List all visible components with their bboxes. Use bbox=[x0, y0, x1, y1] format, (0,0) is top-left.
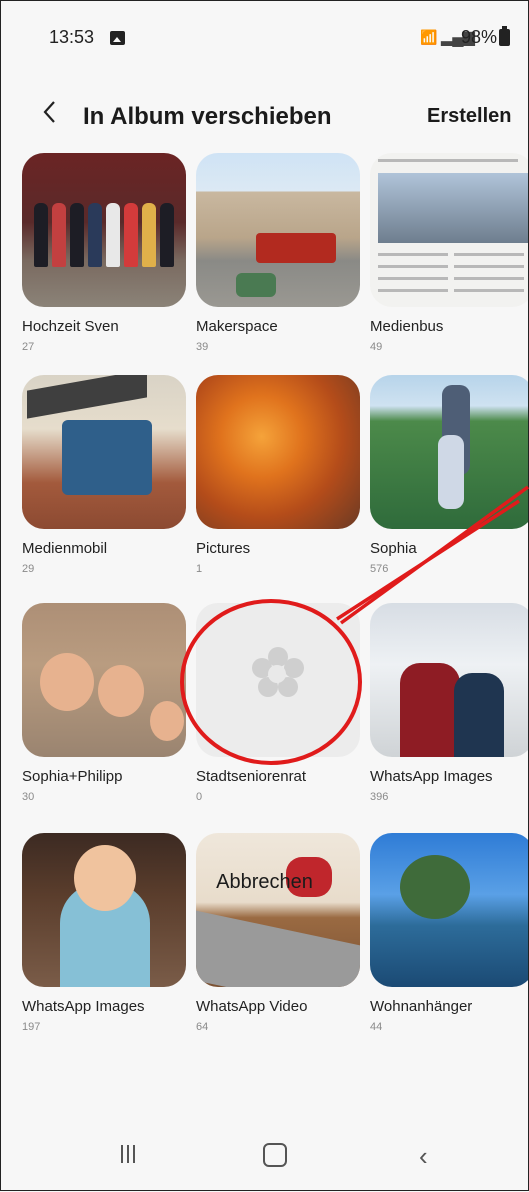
home-icon[interactable] bbox=[263, 1143, 287, 1167]
cancel-button[interactable]: Abbrechen bbox=[1, 871, 528, 894]
app-header: In Album verschieben Erstellen bbox=[1, 89, 528, 145]
album-name: Pictures bbox=[196, 540, 251, 557]
empty-album-placeholder-icon bbox=[250, 647, 306, 703]
album-count: 49 bbox=[370, 341, 383, 353]
gallery-notification-icon bbox=[110, 31, 125, 45]
album-count: 30 bbox=[22, 791, 35, 803]
album-count: 29 bbox=[22, 563, 35, 575]
album-name: Sophia bbox=[370, 540, 417, 557]
album-thumbnail bbox=[370, 375, 528, 529]
album-thumbnail bbox=[370, 833, 528, 987]
album-whatsapp-images-1[interactable]: WhatsApp Images 396 bbox=[370, 603, 528, 803]
album-thumbnail bbox=[196, 603, 360, 757]
album-medienmobil[interactable]: Medienmobil 29 bbox=[22, 375, 186, 575]
album-count: 44 bbox=[370, 1021, 383, 1033]
album-thumbnail bbox=[370, 153, 528, 307]
album-count: 0 bbox=[196, 791, 203, 803]
album-whatsapp-video[interactable]: WhatsApp Video 64 bbox=[196, 833, 360, 1033]
album-thumbnail bbox=[22, 153, 186, 307]
album-count: 576 bbox=[370, 563, 389, 575]
album-thumbnail bbox=[196, 153, 360, 307]
album-thumbnail bbox=[196, 375, 360, 529]
status-bar: 13:53 📶 ▂▄▆ 98% bbox=[1, 1, 528, 73]
clock: 13:53 bbox=[49, 27, 95, 47]
phone-screen: 13:53 📶 ▂▄▆ 98% In Album verschieben Ers… bbox=[0, 0, 529, 1191]
album-count: 27 bbox=[22, 341, 35, 353]
battery-level: 98% bbox=[461, 27, 498, 47]
system-navigation-bar: ‹ bbox=[1, 1133, 528, 1183]
album-count: 39 bbox=[196, 341, 209, 353]
album-name: Wohnanhänger bbox=[370, 998, 473, 1015]
album-name: Medienmobil bbox=[22, 540, 108, 557]
album-name: WhatsApp Video bbox=[196, 998, 308, 1015]
album-grid: Hochzeit Sven 27 Makerspace 39 Medienbus… bbox=[1, 153, 528, 1033]
album-thumbnail bbox=[22, 833, 186, 987]
album-sophia[interactable]: Sophia 576 bbox=[370, 375, 528, 575]
album-makerspace[interactable]: Makerspace 39 bbox=[196, 153, 360, 353]
album-name: Sophia+Philipp bbox=[22, 768, 123, 785]
album-thumbnail bbox=[370, 603, 528, 757]
back-button[interactable] bbox=[39, 99, 69, 129]
album-name: WhatsApp Images bbox=[370, 768, 493, 785]
album-medienbus[interactable]: Medienbus 49 bbox=[370, 153, 528, 353]
album-count: 197 bbox=[22, 1021, 41, 1033]
album-pictures[interactable]: Pictures 1 bbox=[196, 375, 360, 575]
album-thumbnail bbox=[22, 603, 186, 757]
album-count: 1 bbox=[196, 563, 203, 575]
album-whatsapp-images-2[interactable]: WhatsApp Images 197 bbox=[22, 833, 186, 1033]
album-count: 64 bbox=[196, 1021, 209, 1033]
page-title: In Album verschieben bbox=[83, 103, 332, 130]
album-name: Makerspace bbox=[196, 318, 278, 335]
album-name: Stadtseniorenrat bbox=[196, 768, 307, 785]
album-name: WhatsApp Images bbox=[22, 998, 145, 1015]
album-sophia-philipp[interactable]: Sophia+Philipp 30 bbox=[22, 603, 186, 803]
album-stadtseniorenrat[interactable]: Stadtseniorenrat 0 bbox=[196, 603, 360, 803]
album-count: 396 bbox=[370, 791, 389, 803]
album-wohnanhaenger[interactable]: Wohnanhänger 44 bbox=[370, 833, 528, 1033]
album-name: Medienbus bbox=[370, 318, 444, 335]
create-button[interactable]: Erstellen bbox=[427, 105, 511, 128]
album-name: Hochzeit Sven bbox=[22, 318, 119, 335]
album-thumbnail bbox=[196, 833, 360, 987]
battery-icon bbox=[499, 26, 510, 46]
album-hochzeit-sven[interactable]: Hochzeit Sven 27 bbox=[22, 153, 186, 353]
chevron-left-icon bbox=[43, 101, 55, 123]
album-thumbnail bbox=[22, 375, 186, 529]
recent-apps-icon[interactable] bbox=[119, 1145, 139, 1165]
wifi-icon: 📶 bbox=[420, 29, 438, 45]
back-nav-icon[interactable]: ‹ bbox=[419, 1141, 428, 1172]
